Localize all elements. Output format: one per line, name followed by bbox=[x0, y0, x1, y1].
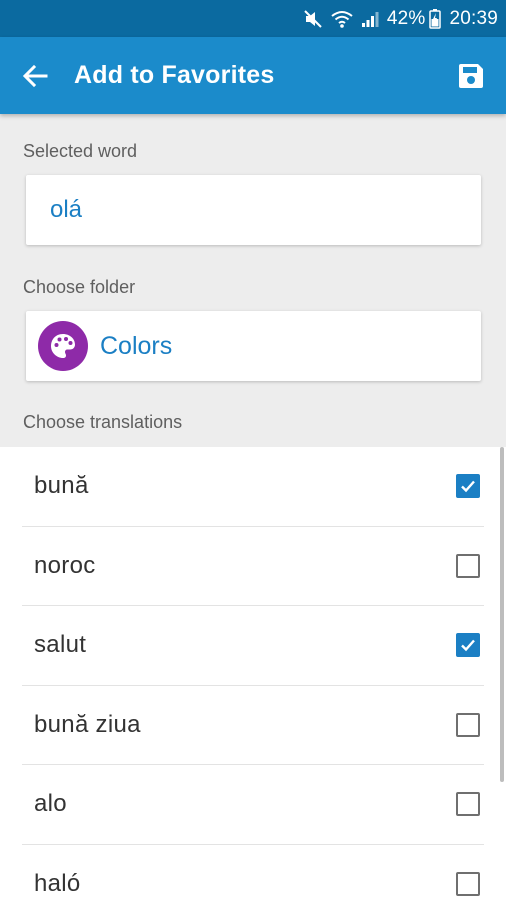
folder-selector[interactable]: Colors bbox=[26, 311, 481, 381]
translation-checkbox[interactable] bbox=[456, 792, 480, 817]
translation-row[interactable]: bună bbox=[22, 447, 484, 527]
translation-label: alo bbox=[34, 790, 67, 818]
choose-translations-label: Choose translations bbox=[23, 412, 183, 432]
translations-list: bună noroc salut bună ziua alo haló bbox=[0, 447, 506, 900]
save-icon bbox=[459, 63, 483, 88]
back-button[interactable] bbox=[0, 37, 70, 114]
wifi-icon bbox=[331, 9, 353, 29]
signal-icon bbox=[361, 10, 379, 28]
choose-folder-label: Choose folder bbox=[23, 277, 136, 297]
clock: 20:39 bbox=[449, 7, 498, 29]
form-area: Selected word olá Choose folder Colors C… bbox=[0, 114, 506, 447]
scrollbar[interactable] bbox=[500, 447, 504, 782]
save-button[interactable] bbox=[436, 37, 506, 114]
mute-icon bbox=[303, 9, 323, 29]
selected-word-label: Selected word bbox=[23, 141, 138, 161]
translation-label: haló bbox=[34, 870, 81, 898]
palette-icon bbox=[38, 321, 88, 371]
translation-checkbox[interactable] bbox=[456, 712, 480, 737]
folder-name: Colors bbox=[100, 331, 173, 360]
page-title: Add to Favorites bbox=[74, 61, 275, 89]
translation-label: bună bbox=[34, 472, 89, 500]
translation-row[interactable]: bună ziua bbox=[22, 686, 484, 765]
translation-label: noroc bbox=[34, 551, 96, 579]
selected-word-value: olá bbox=[50, 196, 83, 223]
arrow-back-icon bbox=[22, 64, 48, 87]
selected-word-field[interactable]: olá bbox=[26, 175, 481, 245]
translation-checkbox[interactable] bbox=[456, 553, 480, 578]
check-icon bbox=[461, 480, 475, 493]
translation-row[interactable]: noroc bbox=[22, 527, 484, 606]
translation-checkbox[interactable] bbox=[456, 474, 480, 499]
status-bar: 42% 20:39 bbox=[0, 0, 506, 37]
translation-checkbox[interactable] bbox=[456, 633, 480, 658]
battery-icon bbox=[429, 8, 442, 29]
translation-row[interactable]: alo bbox=[22, 765, 484, 845]
translation-checkbox[interactable] bbox=[456, 872, 480, 897]
check-icon bbox=[461, 639, 475, 652]
translation-label: salut bbox=[34, 631, 87, 659]
translation-row[interactable]: salut bbox=[22, 606, 484, 686]
translation-label: bună ziua bbox=[34, 710, 141, 738]
app-bar: Add to Favorites bbox=[0, 37, 506, 114]
add-to-favorites-screen: 42% 20:39 Add to Favorites Selected word… bbox=[0, 0, 506, 900]
translation-row[interactable]: haló bbox=[22, 845, 484, 900]
battery-percent: 42% bbox=[386, 7, 426, 29]
